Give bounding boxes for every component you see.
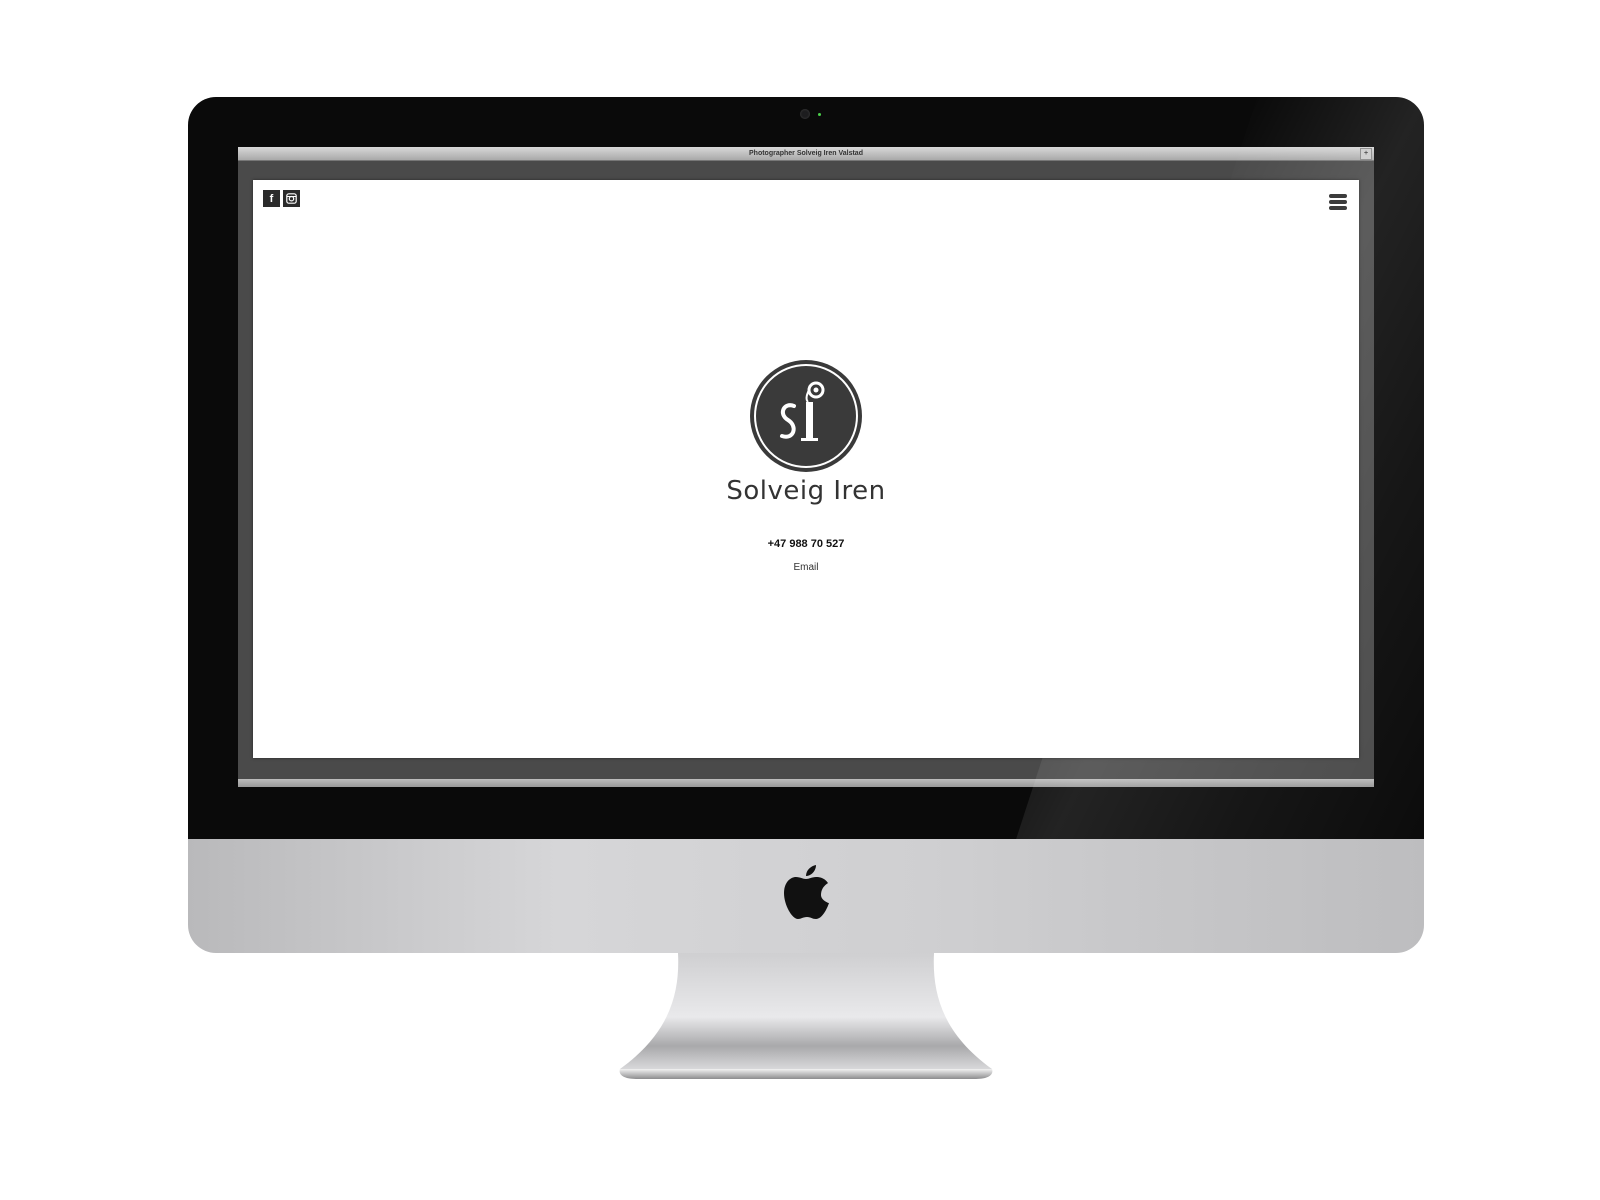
window-bottom-bar — [238, 779, 1374, 787]
facebook-icon[interactable]: f — [263, 190, 280, 207]
fullscreen-icon[interactable]: + — [1360, 148, 1372, 160]
monitor-stand — [619, 953, 993, 1079]
web-page: f Solveig Iren +47 988 70 527 Email — [253, 180, 1359, 758]
facebook-label: f — [269, 192, 274, 205]
si-monogram-logo[interactable] — [748, 358, 864, 474]
email-link[interactable]: Email — [253, 562, 1359, 573]
instagram-icon[interactable] — [283, 190, 300, 207]
apple-logo-icon — [784, 865, 829, 919]
window-title: Photographer Solveig Iren Valstad — [749, 150, 863, 157]
monitor-bezel: Photographer Solveig Iren Valstad + f So… — [188, 97, 1424, 839]
window-titlebar: Photographer Solveig Iren Valstad + — [238, 147, 1374, 161]
brand-block: Solveig Iren +47 988 70 527 Email — [253, 358, 1359, 573]
camera-icon — [800, 109, 810, 119]
phone-number[interactable]: +47 988 70 527 — [253, 538, 1359, 550]
screen: Photographer Solveig Iren Valstad + f So… — [238, 147, 1374, 787]
camera-light-icon — [818, 113, 821, 116]
imac-mockup: Photographer Solveig Iren Valstad + f So… — [0, 0, 1600, 1200]
social-links: f — [263, 190, 300, 207]
brand-name: Solveig Iren — [726, 476, 886, 506]
hamburger-menu-icon[interactable] — [1329, 194, 1347, 212]
monitor-chin — [188, 839, 1424, 953]
